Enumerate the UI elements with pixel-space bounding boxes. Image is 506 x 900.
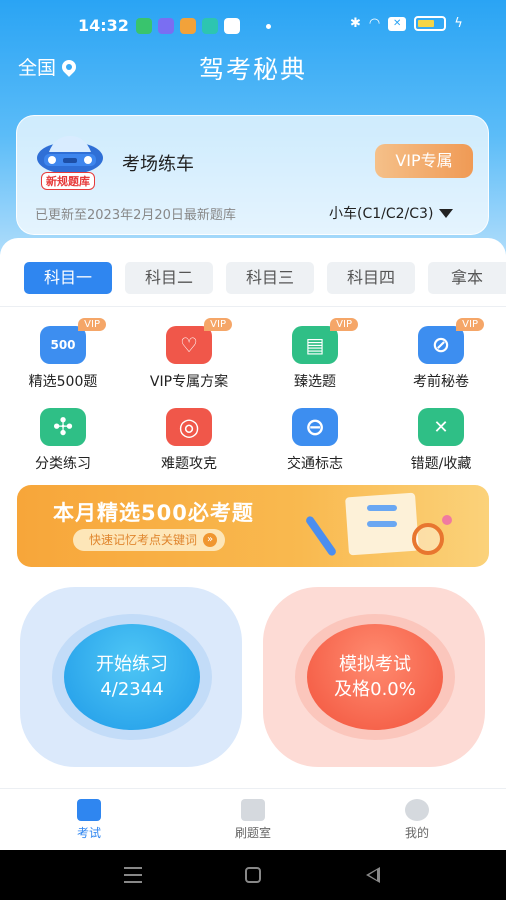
app-notification-icon <box>180 18 196 34</box>
tabbar-label: 刷题室 <box>234 826 271 840</box>
practice-room-icon <box>241 799 265 821</box>
feature-label: 错题/收藏 <box>410 456 472 472</box>
system-nav-bar <box>0 850 506 900</box>
feature-traffic-signs[interactable]: ⊖ 交通标志 <box>252 408 378 473</box>
page-title: 驾考秘典 <box>198 55 307 84</box>
practice-ring: 开始练习 4/2344 <box>52 614 212 740</box>
close-badge-icon: ✕ <box>388 16 407 31</box>
vip-badge: VIP <box>456 318 484 331</box>
new-rules-tag: 新规题库 <box>41 172 95 190</box>
bottom-tabbar: 考试 刷题室 我的 <box>0 788 506 850</box>
app-notification-icon <box>136 18 152 34</box>
charging-icon: ϟ <box>454 16 463 31</box>
magnifier-illustration <box>412 523 444 555</box>
feature-label: 难题攻克 <box>161 456 217 472</box>
feature-vip-plan[interactable]: ♡ VIP VIP专属方案 <box>126 318 252 391</box>
car-type-selector[interactable]: 小车(C1/C2/C3) <box>329 203 454 223</box>
practice-title: 开始练习 <box>96 654 168 675</box>
card-title: 考场练车 <box>122 154 194 175</box>
status-time: 14:32 <box>78 16 129 35</box>
vip-badge: VIP <box>330 318 358 331</box>
practice-progress: 4/2344 <box>100 679 164 700</box>
vip-badge: VIP <box>78 318 106 331</box>
promo-banner[interactable]: 本月精选500必考题 快速记忆考点关键词 » <box>17 485 489 567</box>
feature-label: VIP专属方案 <box>149 374 229 390</box>
car-icon <box>37 136 103 174</box>
hidden-eye-icon: ⊘ VIP <box>418 318 484 364</box>
app-notification-icon <box>158 18 174 34</box>
dropdown-arrow-icon <box>439 208 454 218</box>
list-500-icon: 500 VIP <box>40 318 106 364</box>
battery-icon <box>414 16 447 31</box>
practice-car-card[interactable]: 新规题库 考场练车 VIP专属 已更新至2023年2月20日最新题库 小车(C1… <box>16 115 489 235</box>
book-icon: ▤ VIP <box>292 318 358 364</box>
feature-secret-paper[interactable]: ⊘ VIP 考前秘卷 <box>378 318 504 391</box>
status-bar: 14:32 ✱ ◠ ✕ ϟ <box>0 0 506 50</box>
feature-label: 考前秘卷 <box>413 374 469 390</box>
banner-title: 本月精选500必考题 <box>53 501 254 525</box>
wrong-collection-icon: ✕ <box>418 408 464 446</box>
tabbar-exam[interactable]: 考试 <box>49 799 129 841</box>
feature-hard-questions[interactable]: ◎ 难题攻克 <box>126 408 252 473</box>
decor-dot <box>442 515 452 525</box>
mock-exam-button[interactable]: 模拟考试 及格0.0% <box>263 587 485 767</box>
divider <box>0 306 506 307</box>
exam-icon <box>77 799 101 821</box>
vip-badge: VIP <box>204 318 232 331</box>
app-notification-icon <box>224 18 240 34</box>
feature-wrong-collection[interactable]: ✕ 错题/收藏 <box>378 408 504 473</box>
checkmark-illustration <box>367 505 397 511</box>
tabbar-label: 考试 <box>76 826 101 840</box>
feature-select-500[interactable]: 500 VIP 精选500题 <box>0 318 126 391</box>
checkmark-illustration <box>367 521 397 527</box>
wifi-icon: ◠ <box>368 16 381 31</box>
tab-get-license[interactable]: 拿本 <box>428 262 506 294</box>
more-notifications-dot <box>266 24 271 29</box>
tab-subject-4[interactable]: 科目四 <box>327 262 415 294</box>
update-info: 已更新至2023年2月20日最新题库 <box>35 208 236 223</box>
exam-title: 模拟考试 <box>339 654 411 675</box>
banner-subtitle: 快速记忆考点关键词 <box>89 533 198 547</box>
bluetooth-icon: ✱ <box>350 16 361 31</box>
back-icon[interactable] <box>366 867 380 883</box>
category-icon: ✣ <box>40 408 86 446</box>
pen-illustration <box>304 514 338 558</box>
exam-circle: 模拟考试 及格0.0% <box>307 624 443 730</box>
target-icon: ◎ <box>166 408 212 446</box>
feature-label: 精选500题 <box>28 374 98 390</box>
tabbar-label: 我的 <box>404 826 429 840</box>
tab-subject-3[interactable]: 科目三 <box>226 262 314 294</box>
feature-label: 交通标志 <box>287 456 343 472</box>
menu-icon[interactable] <box>124 867 142 888</box>
feature-label: 分类练习 <box>35 456 91 472</box>
feature-premium-questions[interactable]: ▤ VIP 臻选题 <box>252 318 378 391</box>
banner-subtitle-button[interactable]: 快速记忆考点关键词 » <box>73 529 226 551</box>
profile-icon <box>405 799 429 821</box>
tab-subject-2[interactable]: 科目二 <box>125 262 213 294</box>
tabbar-profile[interactable]: 我的 <box>377 799 457 841</box>
vip-exclusive-button[interactable]: VIP专属 <box>375 144 473 178</box>
system-indicators: ✱ ◠ ✕ ϟ <box>350 16 463 31</box>
traffic-sign-icon: ⊖ <box>292 408 338 446</box>
tab-subject-1[interactable]: 科目一 <box>24 262 112 294</box>
practice-circle: 开始练习 4/2344 <box>64 624 200 730</box>
feature-label: 臻选题 <box>294 374 336 390</box>
car-logo: 新规题库 <box>35 132 105 190</box>
vip-plan-icon: ♡ VIP <box>166 318 232 364</box>
home-icon[interactable] <box>245 867 261 883</box>
start-practice-button[interactable]: 开始练习 4/2344 <box>20 587 242 767</box>
exam-ring: 模拟考试 及格0.0% <box>295 614 455 740</box>
feature-category-practice[interactable]: ✣ 分类练习 <box>0 408 126 473</box>
notification-icons <box>136 18 240 34</box>
arrow-right-icon: » <box>203 533 218 547</box>
tabbar-practice-room[interactable]: 刷题室 <box>213 799 293 841</box>
subject-tabs: 科目一 科目二 科目三 科目四 拿本 <box>0 262 506 296</box>
app-notification-icon <box>202 18 218 34</box>
exam-pass-rate: 及格0.0% <box>334 679 416 700</box>
car-type-label: 小车(C1/C2/C3) <box>329 206 434 222</box>
